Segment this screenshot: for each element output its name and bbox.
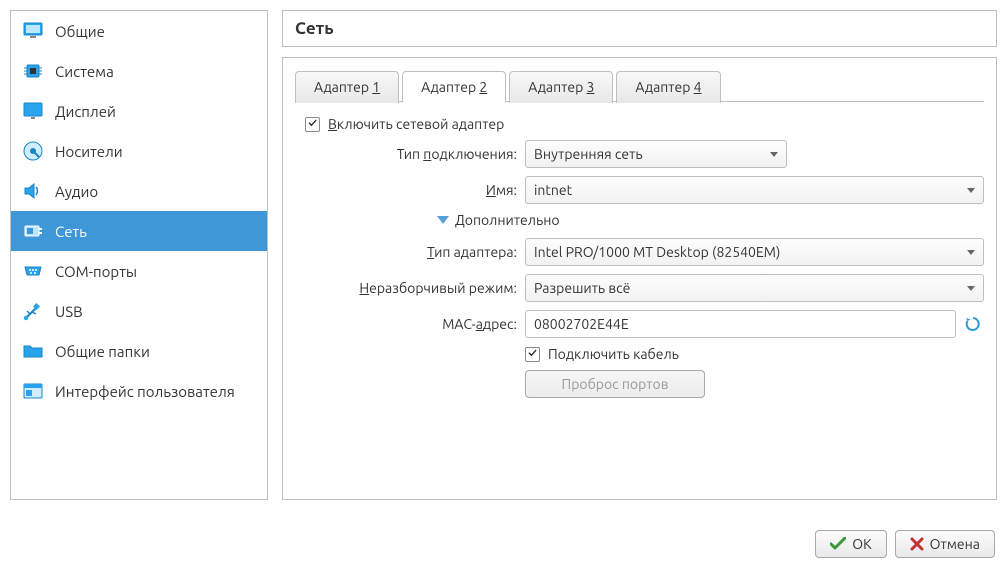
sidebar-item-label: Дисплей bbox=[55, 103, 116, 120]
sidebar-item-ui[interactable]: Интерфейс пользователя bbox=[11, 371, 267, 411]
enable-adapter-label[interactable]: Включить сетевой адаптер bbox=[328, 116, 504, 132]
dialog-button-bar: OK Отмена bbox=[815, 530, 995, 558]
promiscuous-label: Неразборчивый режим: bbox=[305, 280, 517, 296]
sidebar-item-label: Аудио bbox=[55, 183, 98, 200]
sidebar-item-label: Интерфейс пользователя bbox=[55, 383, 235, 400]
panel-title: Сеть bbox=[295, 19, 984, 38]
adapter-type-label: Тип адаптера: bbox=[305, 244, 517, 260]
ui-icon bbox=[21, 379, 45, 403]
sidebar-item-label: USB bbox=[55, 303, 83, 320]
tab-adapter-3[interactable]: Адаптер 3 bbox=[509, 71, 613, 103]
cancel-icon bbox=[910, 537, 924, 551]
enable-adapter-checkbox[interactable] bbox=[305, 117, 320, 132]
promiscuous-combobox[interactable]: Разрешить всё bbox=[525, 274, 984, 302]
sidebar-item-label: COM-порты bbox=[55, 263, 137, 280]
attached-to-label: Тип подключения: bbox=[305, 146, 517, 162]
panel-title-box: Сеть bbox=[282, 10, 997, 47]
speaker-icon bbox=[21, 179, 45, 203]
network-name-combobox[interactable]: intnet bbox=[525, 176, 984, 204]
network-name-value: intnet bbox=[534, 182, 572, 198]
monitor-icon bbox=[21, 19, 45, 43]
tab-adapter-2[interactable]: Адаптер 2 bbox=[402, 71, 506, 103]
mac-address-label: MAC-адрес: bbox=[305, 316, 517, 332]
mac-refresh-button[interactable] bbox=[962, 313, 984, 335]
sidebar-item-label: Система bbox=[55, 63, 114, 80]
ok-button[interactable]: OK bbox=[815, 530, 886, 558]
sidebar-item-storage[interactable]: Носители bbox=[11, 131, 267, 171]
panel-body: Адаптер 1 Адаптер 2 Адаптер 3 Адаптер 4 … bbox=[282, 57, 997, 500]
chevron-down-icon bbox=[770, 152, 778, 157]
adapter-form: Включить сетевой адаптер Тип подключения… bbox=[295, 116, 984, 406]
network-name-label: Имя: bbox=[305, 182, 517, 198]
sidebar-item-label: Общие bbox=[55, 23, 105, 40]
display-icon bbox=[21, 99, 45, 123]
disclosure-triangle-icon[interactable] bbox=[437, 216, 449, 224]
usb-icon bbox=[21, 299, 45, 323]
network-card-icon bbox=[21, 219, 45, 243]
disk-icon bbox=[21, 139, 45, 163]
sidebar-item-network[interactable]: Сеть bbox=[11, 211, 267, 251]
chevron-down-icon bbox=[967, 188, 975, 193]
sidebar-item-shared[interactable]: Общие папки bbox=[11, 331, 267, 371]
sidebar-item-audio[interactable]: Аудио bbox=[11, 171, 267, 211]
check-icon bbox=[830, 537, 846, 551]
tab-adapter-4[interactable]: Адаптер 4 bbox=[616, 71, 720, 103]
chevron-down-icon bbox=[967, 286, 975, 291]
cancel-button[interactable]: Отмена bbox=[895, 530, 995, 558]
adapter-tabs: Адаптер 1 Адаптер 2 Адаптер 3 Адаптер 4 bbox=[295, 70, 984, 102]
settings-content: Сеть Адаптер 1 Адаптер 2 Адаптер 3 Адапт… bbox=[282, 10, 997, 500]
sidebar-item-label: Носители bbox=[55, 143, 123, 160]
serial-port-icon bbox=[21, 259, 45, 283]
mac-address-input[interactable]: 08002702E44E bbox=[525, 310, 956, 338]
port-forwarding-button: Проброс портов bbox=[525, 370, 705, 398]
settings-sidebar: Общие Система Дисплей Носители Аудио bbox=[10, 10, 268, 500]
promiscuous-value: Разрешить всё bbox=[534, 280, 630, 296]
sidebar-item-display[interactable]: Дисплей bbox=[11, 91, 267, 131]
cable-connected-checkbox[interactable] bbox=[525, 347, 540, 362]
chevron-down-icon bbox=[967, 250, 975, 255]
attached-to-value: Внутренняя сеть bbox=[534, 146, 643, 162]
sidebar-item-label: Общие папки bbox=[55, 343, 150, 360]
tab-adapter-1[interactable]: Адаптер 1 bbox=[295, 71, 399, 103]
refresh-icon bbox=[964, 315, 982, 333]
adapter-type-combobox[interactable]: Intel PRO/1000 MT Desktop (82540EM) bbox=[525, 238, 984, 266]
mac-address-value: 08002702E44E bbox=[534, 316, 629, 332]
sidebar-item-system[interactable]: Система bbox=[11, 51, 267, 91]
sidebar-item-usb[interactable]: USB bbox=[11, 291, 267, 331]
chip-icon bbox=[21, 59, 45, 83]
sidebar-item-general[interactable]: Общие bbox=[11, 11, 267, 51]
sidebar-item-serial[interactable]: COM-порты bbox=[11, 251, 267, 291]
advanced-toggle[interactable]: Дополнительно bbox=[455, 212, 560, 228]
attached-to-combobox[interactable]: Внутренняя сеть bbox=[525, 140, 787, 168]
adapter-type-value: Intel PRO/1000 MT Desktop (82540EM) bbox=[534, 244, 780, 260]
sidebar-item-label: Сеть bbox=[55, 223, 87, 240]
cable-connected-label[interactable]: Подключить кабель bbox=[548, 346, 679, 362]
folder-icon bbox=[21, 339, 45, 363]
